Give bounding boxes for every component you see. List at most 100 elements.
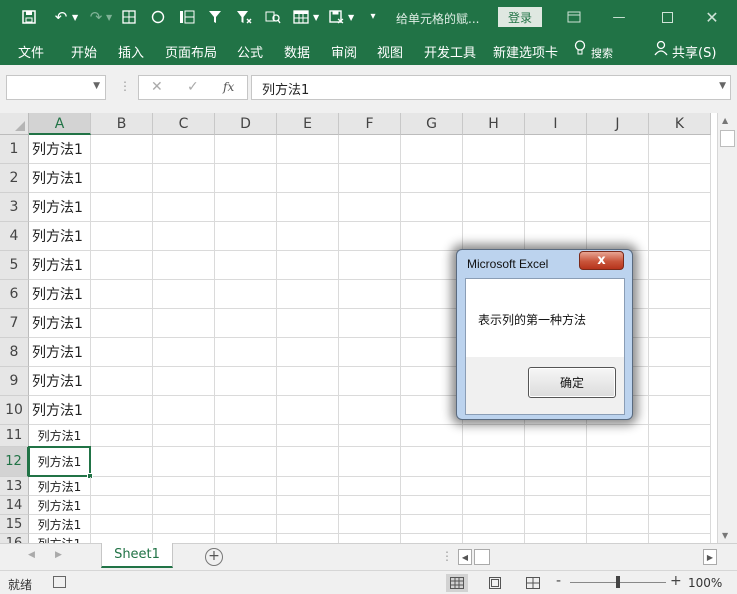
- vertical-scroll-thumb[interactable]: [720, 130, 735, 147]
- cell-b16[interactable]: [91, 534, 153, 543]
- row-header-1[interactable]: 1: [0, 135, 29, 164]
- cell-k15[interactable]: [649, 515, 711, 534]
- cell-k6[interactable]: [649, 280, 711, 309]
- cell-j14[interactable]: [587, 496, 649, 515]
- cell-e5[interactable]: [277, 251, 339, 280]
- cell-d8[interactable]: [215, 338, 277, 367]
- cell-f5[interactable]: [339, 251, 401, 280]
- cell-e16[interactable]: [277, 534, 339, 543]
- cell-h16[interactable]: [463, 534, 525, 543]
- tab-formulas[interactable]: 公式: [237, 42, 263, 61]
- cell-h15[interactable]: [463, 515, 525, 534]
- cell-a12[interactable]: 列方法1: [29, 447, 91, 477]
- cell-i4[interactable]: [525, 222, 587, 251]
- cell-d1[interactable]: [215, 135, 277, 164]
- cell-b1[interactable]: [91, 135, 153, 164]
- cell-e13[interactable]: [277, 477, 339, 496]
- cell-d5[interactable]: [215, 251, 277, 280]
- column-header-e[interactable]: E: [277, 113, 339, 135]
- row-header-3[interactable]: 3: [0, 193, 29, 222]
- cell-e10[interactable]: [277, 396, 339, 425]
- cell-k11[interactable]: [649, 425, 711, 447]
- cell-h14[interactable]: [463, 496, 525, 515]
- cell-c13[interactable]: [153, 477, 215, 496]
- row-header-10[interactable]: 10: [0, 396, 29, 425]
- cell-a16[interactable]: 列方法1: [29, 534, 91, 543]
- cell-e4[interactable]: [277, 222, 339, 251]
- insert-function-button[interactable]: fx: [223, 80, 234, 94]
- row-header-8[interactable]: 8: [0, 338, 29, 367]
- tab-sheet1[interactable]: Sheet1: [101, 543, 173, 568]
- select-all-corner[interactable]: [0, 113, 29, 135]
- cell-f14[interactable]: [339, 496, 401, 515]
- cell-b3[interactable]: [91, 193, 153, 222]
- cell-a14[interactable]: 列方法1: [29, 496, 91, 515]
- cell-e2[interactable]: [277, 164, 339, 193]
- cell-b8[interactable]: [91, 338, 153, 367]
- tab-data[interactable]: 数据: [284, 42, 310, 61]
- cell-k2[interactable]: [649, 164, 711, 193]
- cell-h1[interactable]: [463, 135, 525, 164]
- cell-j2[interactable]: [587, 164, 649, 193]
- name-box-dropdown-icon[interactable]: ▼: [93, 81, 100, 91]
- column-header-a[interactable]: A: [29, 113, 91, 135]
- column-header-g[interactable]: G: [401, 113, 463, 135]
- cell-j16[interactable]: [587, 534, 649, 543]
- cell-g15[interactable]: [401, 515, 463, 534]
- close-window-icon[interactable]: ✕: [700, 6, 724, 28]
- cell-f10[interactable]: [339, 396, 401, 425]
- cell-i14[interactable]: [525, 496, 587, 515]
- cell-a15[interactable]: 列方法1: [29, 515, 91, 534]
- cell-k9[interactable]: [649, 367, 711, 396]
- cell-d11[interactable]: [215, 425, 277, 447]
- row-header-13[interactable]: 13: [0, 477, 29, 496]
- scroll-right-icon[interactable]: ▶: [703, 549, 717, 565]
- cell-b6[interactable]: [91, 280, 153, 309]
- column-header-h[interactable]: H: [463, 113, 525, 135]
- circle-shape-icon[interactable]: [147, 6, 169, 28]
- table-format-icon[interactable]: [290, 6, 312, 28]
- cell-k4[interactable]: [649, 222, 711, 251]
- cell-c4[interactable]: [153, 222, 215, 251]
- row-header-16[interactable]: 16: [0, 534, 29, 543]
- cell-k1[interactable]: [649, 135, 711, 164]
- cell-f16[interactable]: [339, 534, 401, 543]
- cell-c16[interactable]: [153, 534, 215, 543]
- zoom-level[interactable]: 100%: [688, 576, 722, 590]
- freeze-panes-icon[interactable]: [176, 6, 198, 28]
- cell-c8[interactable]: [153, 338, 215, 367]
- cell-b11[interactable]: [91, 425, 153, 447]
- cell-c10[interactable]: [153, 396, 215, 425]
- tab-developer[interactable]: 开发工具: [424, 42, 476, 61]
- cell-e14[interactable]: [277, 496, 339, 515]
- cell-g12[interactable]: [401, 447, 463, 477]
- cell-c9[interactable]: [153, 367, 215, 396]
- cell-g7[interactable]: [401, 309, 463, 338]
- cell-c1[interactable]: [153, 135, 215, 164]
- cell-k8[interactable]: [649, 338, 711, 367]
- find-replace-icon[interactable]: [262, 6, 284, 28]
- login-button[interactable]: 登录: [498, 7, 542, 27]
- table-format-dropdown-icon[interactable]: ▼: [313, 13, 319, 22]
- cell-b4[interactable]: [91, 222, 153, 251]
- cell-j4[interactable]: [587, 222, 649, 251]
- cell-k7[interactable]: [649, 309, 711, 338]
- page-break-view-icon[interactable]: [522, 574, 544, 592]
- tell-me-search[interactable]: 搜索: [591, 45, 613, 61]
- cell-f8[interactable]: [339, 338, 401, 367]
- cell-a2[interactable]: 列方法1: [29, 164, 91, 193]
- cell-e12[interactable]: [277, 447, 339, 477]
- cell-a1[interactable]: 列方法1: [29, 135, 91, 164]
- cell-d16[interactable]: [215, 534, 277, 543]
- cell-b12[interactable]: [91, 447, 153, 477]
- tab-page-layout[interactable]: 页面布局: [165, 42, 217, 61]
- cell-f2[interactable]: [339, 164, 401, 193]
- cell-i12[interactable]: [525, 447, 587, 477]
- cell-g8[interactable]: [401, 338, 463, 367]
- cell-g3[interactable]: [401, 193, 463, 222]
- cell-k3[interactable]: [649, 193, 711, 222]
- cell-d10[interactable]: [215, 396, 277, 425]
- share-button[interactable]: 共享(S): [672, 42, 716, 61]
- cell-f6[interactable]: [339, 280, 401, 309]
- horizontal-scrollbar[interactable]: ◀ ▶: [458, 549, 718, 566]
